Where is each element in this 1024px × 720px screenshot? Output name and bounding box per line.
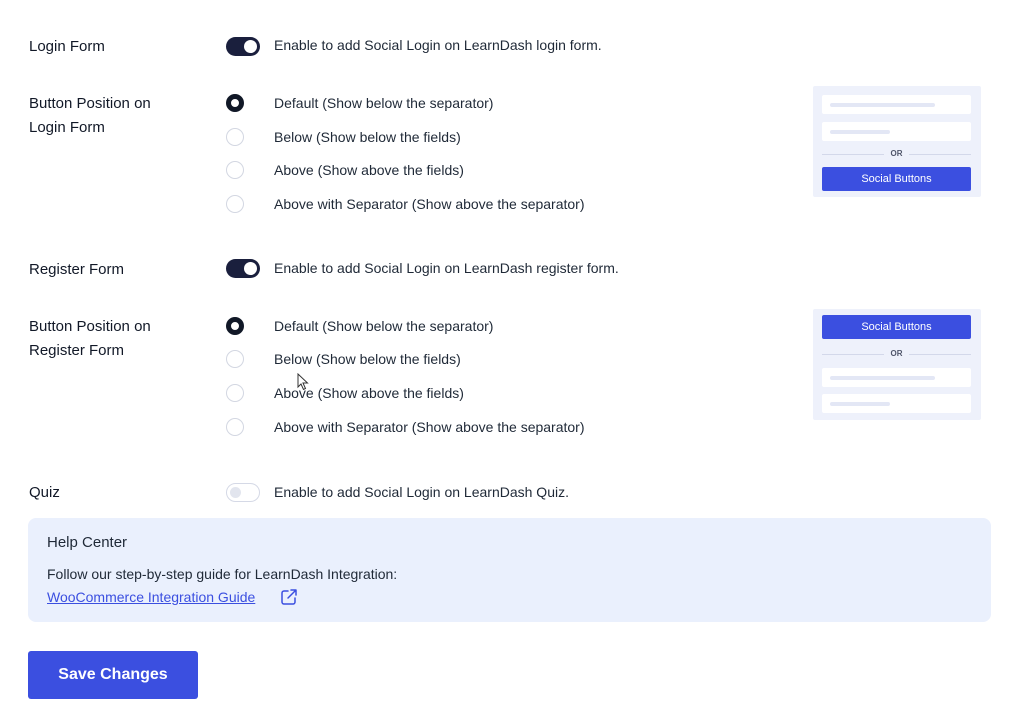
radio-label: Above with Separator (Show above the sep… bbox=[274, 196, 585, 212]
login-form-toggle[interactable] bbox=[226, 37, 260, 56]
radio-label: Default (Show below the separator) bbox=[274, 318, 494, 334]
help-center-title: Help Center bbox=[47, 534, 128, 551]
register-form-toggle[interactable] bbox=[226, 259, 260, 278]
radio-button[interactable] bbox=[226, 128, 244, 146]
help-center-text: Follow our step-by-step guide for LearnD… bbox=[47, 566, 398, 582]
login-position-option-above[interactable]: Above (Show above the fields) bbox=[226, 160, 464, 180]
login-position-label-line1: Button Position on bbox=[29, 95, 151, 112]
preview-social-buttons: Social Buttons bbox=[822, 315, 971, 339]
radio-label: Default (Show below the separator) bbox=[274, 95, 494, 111]
register-form-preview: Social Buttons OR bbox=[813, 309, 981, 420]
quiz-label: Quiz bbox=[29, 484, 60, 501]
login-position-option-below[interactable]: Below (Show below the fields) bbox=[226, 127, 461, 147]
radio-label: Above (Show above the fields) bbox=[274, 162, 464, 178]
register-position-option-below[interactable]: Below (Show below the fields) bbox=[226, 349, 461, 369]
preview-field bbox=[822, 95, 971, 114]
quiz-description: Enable to add Social Login on LearnDash … bbox=[274, 484, 569, 500]
login-form-label: Login Form bbox=[29, 38, 105, 55]
radio-button-checked[interactable] bbox=[226, 317, 244, 335]
save-changes-button[interactable]: Save Changes bbox=[28, 651, 198, 699]
toggle-knob bbox=[244, 262, 257, 275]
register-position-label: Button Position on Register Form bbox=[29, 315, 151, 363]
radio-button[interactable] bbox=[226, 195, 244, 213]
preview-separator: OR bbox=[822, 348, 971, 360]
login-position-label-line2: Login Form bbox=[29, 119, 105, 136]
radio-button[interactable] bbox=[226, 350, 244, 368]
help-center-panel: Help Center Follow our step-by-step guid… bbox=[28, 518, 991, 622]
radio-button-checked[interactable] bbox=[226, 94, 244, 112]
radio-button[interactable] bbox=[226, 384, 244, 402]
login-position-option-above-separator[interactable]: Above with Separator (Show above the sep… bbox=[226, 194, 585, 214]
register-form-label: Register Form bbox=[29, 261, 125, 278]
radio-label: Above with Separator (Show above the sep… bbox=[274, 419, 585, 435]
preview-separator: OR bbox=[822, 148, 971, 160]
register-position-option-above-separator[interactable]: Above with Separator (Show above the sep… bbox=[226, 417, 585, 437]
preview-field bbox=[822, 368, 971, 387]
register-position-option-above[interactable]: Above (Show above the fields) bbox=[226, 383, 464, 403]
radio-button[interactable] bbox=[226, 161, 244, 179]
toggle-knob bbox=[244, 40, 257, 53]
login-form-preview: OR Social Buttons bbox=[813, 86, 981, 197]
register-position-label-line1: Button Position on bbox=[29, 318, 151, 335]
integration-guide-link[interactable]: WooCommerce Integration Guide bbox=[47, 589, 255, 605]
radio-label: Below (Show below the fields) bbox=[274, 351, 461, 367]
quiz-toggle[interactable] bbox=[226, 483, 260, 502]
register-form-description: Enable to add Social Login on LearnDash … bbox=[274, 260, 619, 276]
preview-field bbox=[822, 122, 971, 141]
radio-button[interactable] bbox=[226, 418, 244, 436]
login-position-label: Button Position on Login Form bbox=[29, 92, 151, 140]
external-link-icon[interactable] bbox=[280, 588, 298, 606]
login-position-option-default[interactable]: Default (Show below the separator) bbox=[226, 93, 493, 113]
register-position-option-default[interactable]: Default (Show below the separator) bbox=[226, 316, 493, 336]
mouse-cursor-icon bbox=[297, 373, 309, 391]
preview-social-buttons: Social Buttons bbox=[822, 167, 971, 191]
preview-field bbox=[822, 394, 971, 413]
register-position-label-line2: Register Form bbox=[29, 342, 125, 359]
login-form-description: Enable to add Social Login on LearnDash … bbox=[274, 37, 602, 53]
radio-label: Below (Show below the fields) bbox=[274, 129, 461, 145]
toggle-knob bbox=[230, 486, 241, 498]
